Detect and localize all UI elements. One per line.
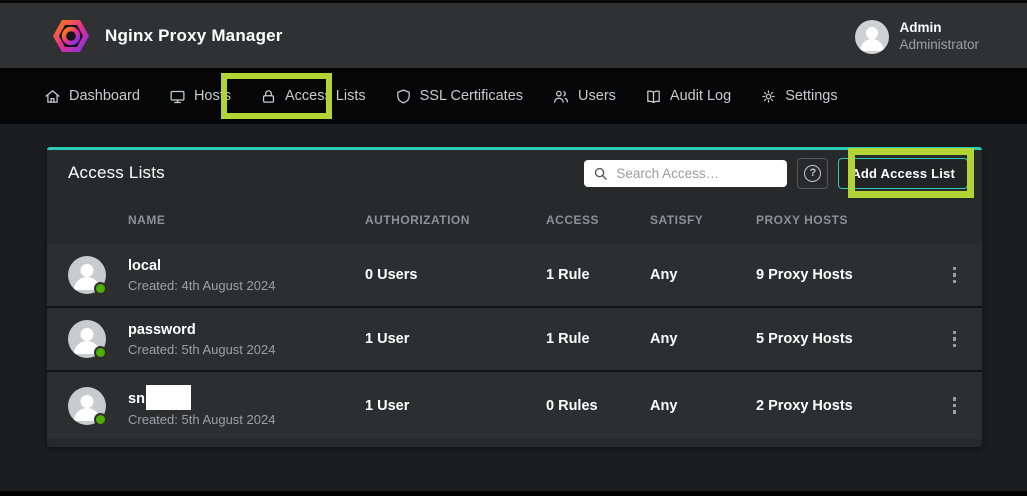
user-name: Admin — [899, 20, 979, 37]
user-role: Administrator — [899, 37, 979, 54]
row-name-cell: sn Created: 5th August 2024 — [128, 385, 365, 427]
search-input[interactable] — [616, 166, 778, 181]
nav-item-settings[interactable]: Settings — [760, 88, 837, 105]
kebab-menu-icon[interactable] — [947, 325, 963, 354]
nav-label: Audit Log — [670, 88, 731, 104]
nav-label: SSL Certificates — [420, 88, 523, 104]
user-meta: Admin Administrator — [899, 20, 979, 54]
row-satisfy: Any — [650, 331, 756, 347]
user-menu[interactable]: Admin Administrator — [855, 3, 979, 71]
monitor-icon — [169, 88, 186, 105]
access-list-name: password — [128, 321, 365, 340]
add-access-list-button[interactable]: Add Access List — [838, 158, 968, 189]
row-menu-cell — [927, 261, 982, 290]
row-access: 1 Rule — [546, 267, 650, 283]
column-header-authorization: AUTHORIZATION — [365, 213, 546, 227]
row-menu-cell — [927, 391, 982, 420]
table-row[interactable]: local Created: 4th August 2024 0 Users 1… — [47, 244, 982, 308]
help-circle-icon: ? — [804, 165, 821, 182]
access-list-created: Created: 5th August 2024 — [128, 412, 365, 427]
nav-item-dashboard[interactable]: Dashboard — [44, 88, 140, 105]
column-header-proxy-hosts: PROXY HOSTS — [756, 213, 927, 227]
access-list-name: sn — [128, 385, 365, 410]
row-authorization: 1 User — [365, 398, 546, 414]
row-name-cell: local Created: 4th August 2024 — [128, 257, 365, 293]
row-authorization: 0 Users — [365, 267, 546, 283]
column-header-access: ACCESS — [546, 213, 650, 227]
online-status-dot — [94, 346, 107, 359]
column-header-satisfy: SATISFY — [650, 213, 756, 227]
kebab-menu-icon[interactable] — [947, 261, 963, 290]
row-access: 1 Rule — [546, 331, 650, 347]
help-button[interactable]: ? — [797, 158, 828, 189]
row-authorization: 1 User — [365, 331, 546, 347]
table-row[interactable]: sn Created: 5th August 2024 1 User 0 Rul… — [47, 372, 982, 439]
users-icon — [552, 88, 570, 105]
nav-label: Settings — [785, 88, 837, 104]
row-access: 0 Rules — [546, 398, 650, 414]
person-silhouette-icon — [68, 320, 106, 358]
nav-item-ssl-certificates[interactable]: SSL Certificates — [395, 88, 523, 105]
search-icon — [593, 166, 608, 181]
column-header-name: NAME — [128, 213, 365, 227]
access-list-name: local — [128, 257, 365, 276]
table-row[interactable]: password Created: 5th August 2024 1 User… — [47, 308, 982, 372]
app-window: Nginx Proxy Manager Admin Administrator … — [0, 0, 1027, 496]
online-status-dot — [94, 413, 107, 426]
nav-item-hosts[interactable]: Hosts — [169, 88, 231, 105]
row-proxy-hosts: 5 Proxy Hosts — [756, 331, 927, 347]
nav-item-audit-log[interactable]: Audit Log — [645, 88, 731, 105]
nav-label: Access Lists — [285, 88, 366, 104]
nav-item-access-lists[interactable]: Access Lists — [260, 88, 366, 105]
row-proxy-hosts: 9 Proxy Hosts — [756, 267, 927, 283]
lock-icon — [260, 88, 277, 105]
kebab-menu-icon[interactable] — [947, 391, 963, 420]
row-proxy-hosts: 2 Proxy Hosts — [756, 398, 927, 414]
row-avatar-cell — [47, 387, 128, 425]
book-icon — [645, 88, 662, 105]
access-lists-panel: Access Lists ? Add Access List — [47, 147, 982, 447]
row-menu-cell — [927, 325, 982, 354]
nav-label: Users — [578, 88, 616, 104]
gear-icon — [760, 88, 777, 105]
panel-title: Access Lists — [68, 163, 165, 183]
table-header: NAME AUTHORIZATION ACCESS SATISFY PROXY … — [47, 196, 982, 244]
content-area: Access Lists ? Add Access List — [0, 124, 1027, 491]
row-satisfy: Any — [650, 267, 756, 283]
online-status-dot — [94, 282, 107, 295]
app-header: Nginx Proxy Manager Admin Administrator — [0, 0, 1027, 68]
user-avatar — [855, 20, 889, 54]
app-title: Nginx Proxy Manager — [105, 26, 283, 46]
access-list-created: Created: 4th August 2024 — [128, 278, 365, 293]
nav-label: Dashboard — [69, 88, 140, 104]
person-silhouette-icon — [68, 387, 106, 425]
row-avatar-cell — [47, 256, 128, 294]
home-icon — [44, 88, 61, 105]
row-avatar-cell — [47, 320, 128, 358]
panel-header: Access Lists ? Add Access List — [47, 150, 982, 196]
access-list-created: Created: 5th August 2024 — [128, 342, 365, 357]
shield-icon — [395, 88, 412, 105]
row-satisfy: Any — [650, 398, 756, 414]
redaction-box — [146, 385, 191, 410]
main-nav: Dashboard Hosts Access Lists SSL Certifi… — [0, 68, 1027, 124]
nav-label: Hosts — [194, 88, 231, 104]
panel-tools: ? Add Access List — [584, 150, 968, 196]
row-name-cell: password Created: 5th August 2024 — [128, 321, 365, 357]
window-bottom-edge — [0, 491, 1027, 496]
nav-item-users[interactable]: Users — [552, 88, 616, 105]
search-box — [584, 160, 787, 187]
npm-logo-icon — [52, 17, 90, 55]
person-silhouette-icon — [68, 256, 106, 294]
